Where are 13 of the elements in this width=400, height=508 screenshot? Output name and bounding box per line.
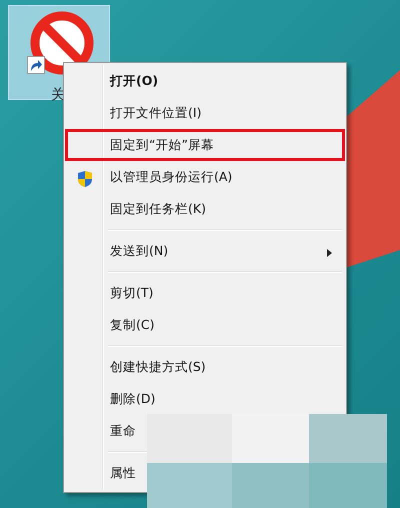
menu-item[interactable]: 属性 xyxy=(65,457,143,489)
submenu-arrow-icon xyxy=(327,249,332,257)
menu-item[interactable]: 打开文件位置(I) xyxy=(65,97,208,129)
menu-item[interactable]: 发送到(N) xyxy=(65,235,345,267)
menu-item[interactable]: 剪切(T) xyxy=(65,277,160,309)
menu-item[interactable]: 复制(C) xyxy=(65,309,162,341)
menu-item[interactable]: 固定到“开始”屏幕 xyxy=(65,129,345,161)
menu-item[interactable]: 删除(D) xyxy=(65,383,162,415)
menu-item[interactable]: 创建快捷方式(S) xyxy=(65,351,213,383)
shield-icon xyxy=(77,170,93,188)
menu-item[interactable]: 固定到任务栏(K) xyxy=(65,193,213,225)
menu-item[interactable]: 重命 xyxy=(65,415,143,447)
menu-item[interactable]: 以管理员身份运行(A) xyxy=(65,161,240,193)
